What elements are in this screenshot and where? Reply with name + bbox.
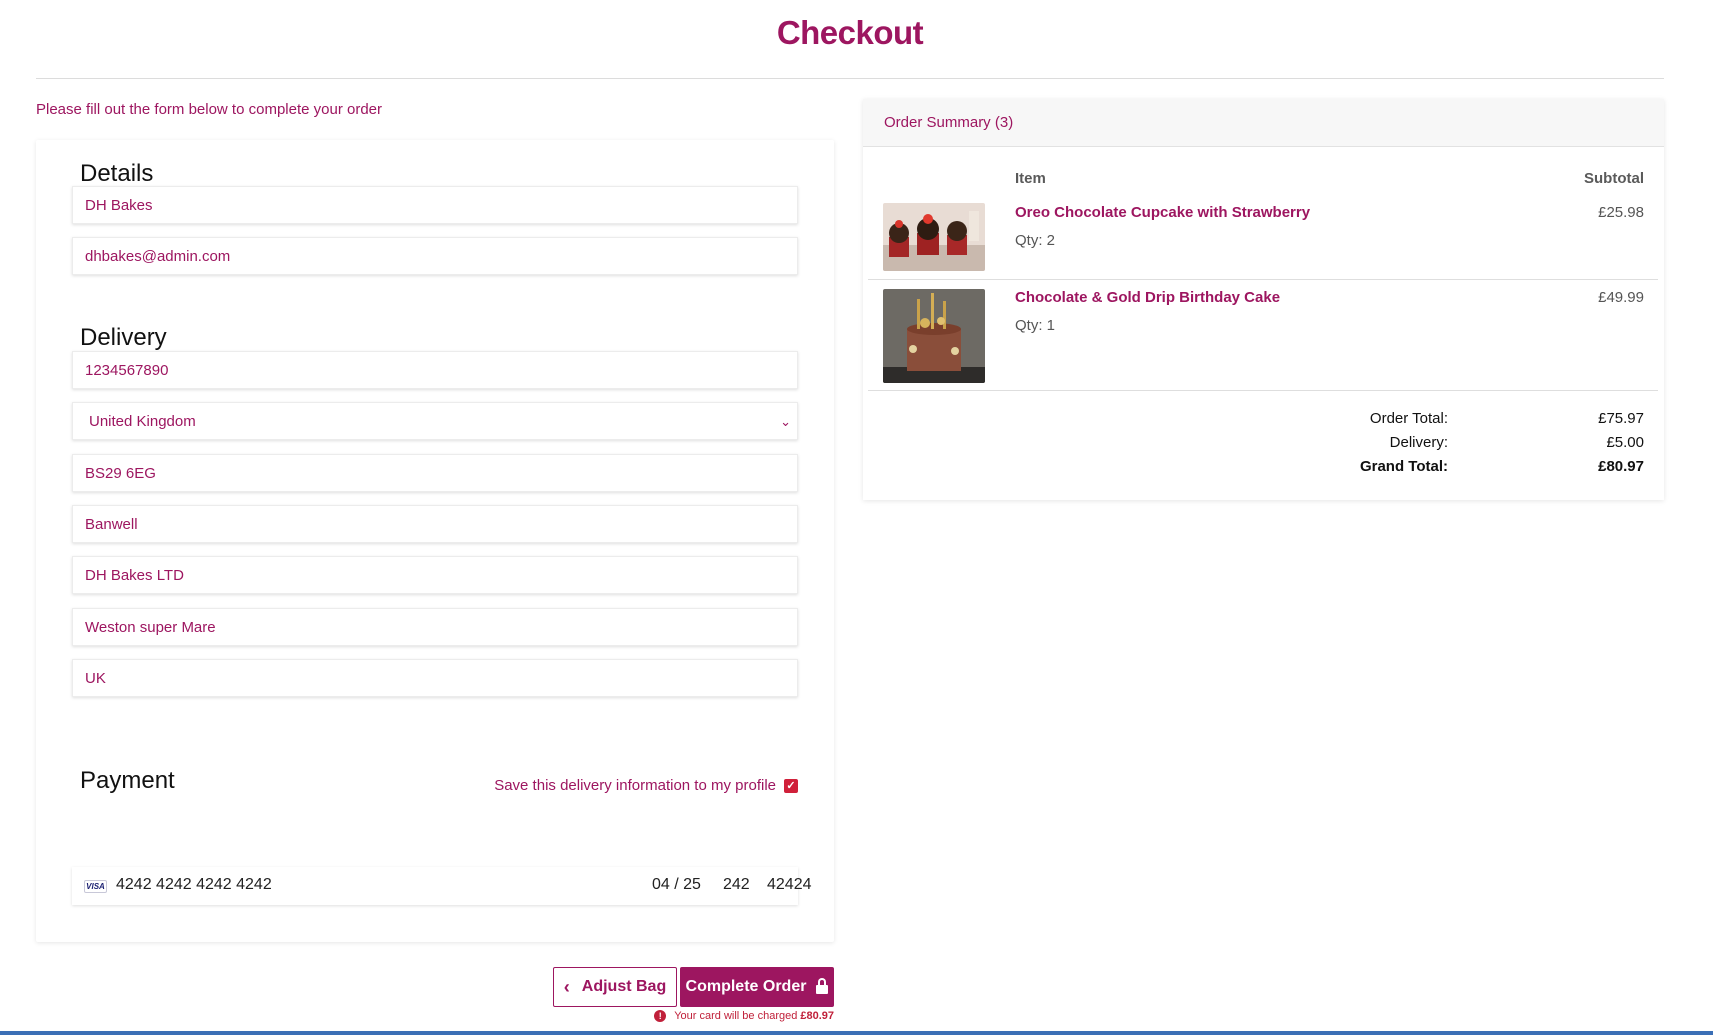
adjust-bag-label: Adjust Bag [581, 978, 667, 995]
adjust-bag-button[interactable]: ‹ Adjust Bag [553, 967, 677, 1007]
save-info-row[interactable]: Save this delivery information to my pro… [494, 777, 798, 794]
country-value: United Kingdom [89, 413, 196, 430]
item-column-header: Item [1015, 170, 1046, 187]
intro-text: Please fill out the form below to comple… [36, 101, 383, 118]
charge-amount: £80.97 [800, 1010, 834, 1022]
page-title: Checkout [776, 14, 924, 51]
window-bottom-edge [0, 1031, 1713, 1035]
lock-icon [816, 977, 829, 994]
card-zip-input[interactable]: 42424 [767, 876, 812, 894]
item-name-link[interactable]: Chocolate & Gold Drip Birthday Cake [1015, 289, 1280, 306]
order-summary-card: Order Summary (3) Item Subtotal Oreo Cho… [863, 99, 1664, 500]
details-heading: Details [80, 160, 154, 187]
checkout-form: Details DH Bakes dhbakes@admin.com Deliv… [36, 140, 834, 942]
save-info-label: Save this delivery information to my pro… [494, 777, 776, 794]
delivery-label: Delivery: [1389, 434, 1448, 451]
phone-field[interactable]: 1234567890 [72, 351, 798, 389]
chevron-left-icon: ‹ [563, 976, 570, 997]
chevron-down-icon: ⌄ [780, 414, 791, 429]
item-divider [868, 279, 1658, 280]
order-total-value: £75.97 [1598, 410, 1644, 427]
grand-total-value: £80.97 [1598, 458, 1644, 475]
card-cvc-input[interactable]: 242 [723, 876, 750, 894]
town-field[interactable]: Banwell [72, 505, 798, 543]
country-select[interactable]: United Kingdom ⌄ [72, 402, 798, 440]
card-element[interactable]: VISA 4242 4242 4242 4242 04 / 25 242 424… [72, 867, 812, 905]
complete-order-label: Complete Order [685, 978, 807, 995]
complete-order-button[interactable]: Complete Order [680, 967, 834, 1007]
full-name-field[interactable]: DH Bakes [72, 186, 798, 224]
street-address-1-field[interactable]: DH Bakes LTD [72, 556, 798, 594]
charge-note: ! Your card will be charged £80.97 [654, 1010, 834, 1022]
title-divider [36, 78, 1664, 79]
subtotal-column-header: Subtotal [1584, 170, 1644, 187]
cupcake-product-image[interactable] [883, 203, 985, 271]
county-field[interactable]: UK [72, 659, 798, 697]
item-subtotal: £49.99 [1598, 289, 1644, 306]
postcode-field[interactable]: BS29 6EG [72, 454, 798, 492]
warning-icon: ! [654, 1010, 667, 1022]
delivery-value: £5.00 [1606, 434, 1644, 451]
card-expiry-input[interactable]: 04 / 25 [652, 876, 701, 894]
drip-cake-product-image[interactable] [883, 289, 985, 383]
visa-card-icon: VISA [84, 880, 107, 893]
item-quantity: Qty: 2 [1015, 232, 1056, 249]
email-field[interactable]: dhbakes@admin.com [72, 237, 798, 275]
payment-heading: Payment [80, 767, 175, 794]
delivery-heading: Delivery [80, 324, 167, 351]
order-summary-heading: Order Summary (3) [863, 99, 1664, 147]
item-quantity: Qty: 1 [1015, 317, 1056, 334]
save-info-checkbox[interactable]: ✓ [784, 778, 798, 793]
item-name-link[interactable]: Oreo Chocolate Cupcake with Strawberry [1015, 204, 1310, 221]
totals-divider [868, 390, 1658, 391]
grand-total-label: Grand Total: [1359, 458, 1448, 475]
card-number-input[interactable]: 4242 4242 4242 4242 [116, 876, 272, 894]
street-address-2-field[interactable]: Weston super Mare [72, 608, 798, 646]
charge-note-text: Your card will be charged [674, 1010, 798, 1022]
item-subtotal: £25.98 [1598, 204, 1644, 221]
order-total-label: Order Total: [1369, 410, 1448, 427]
